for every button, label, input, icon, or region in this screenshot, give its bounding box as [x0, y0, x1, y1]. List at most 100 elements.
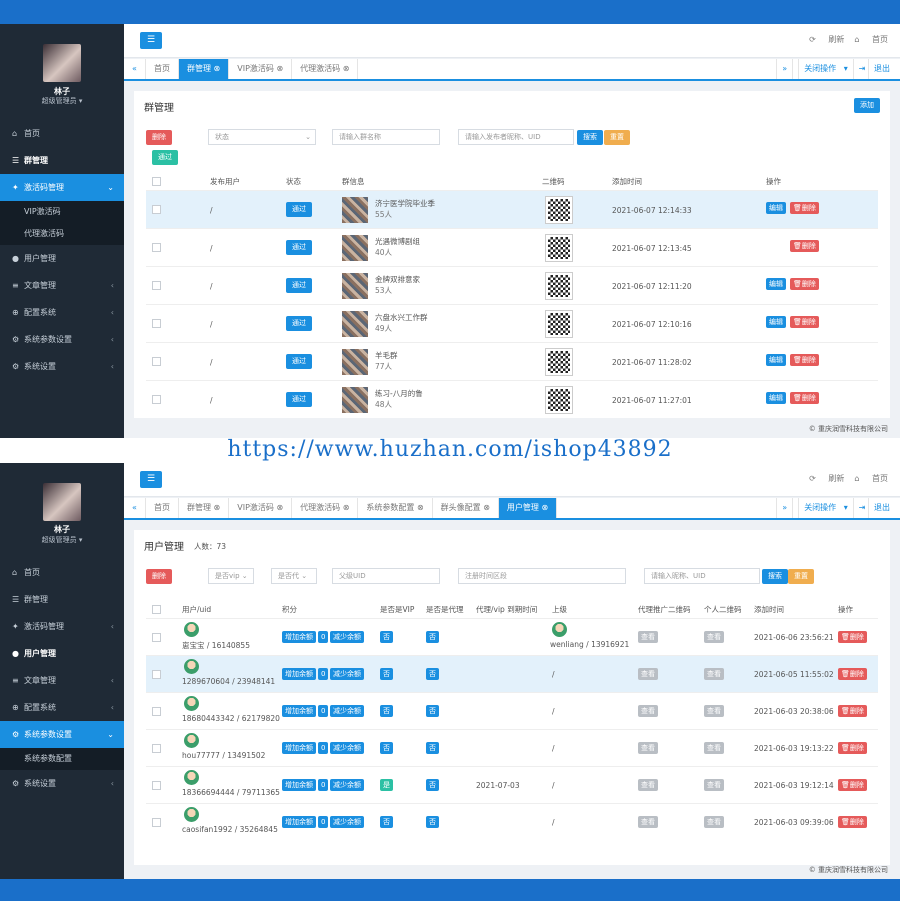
delete-row-button[interactable]: 🗑删除	[790, 392, 819, 404]
home-link[interactable]: ⌂ 首页	[854, 35, 888, 44]
edit-button[interactable]: 编辑	[766, 202, 786, 214]
add-balance-button[interactable]: 增加余额	[282, 779, 316, 791]
tab-groups[interactable]: 群管理 ⊗	[179, 59, 230, 79]
add-balance-button[interactable]: 增加余额	[282, 705, 316, 717]
edit-button[interactable]: 编辑	[766, 392, 786, 404]
sub-balance-button[interactable]: 减少余额	[330, 668, 364, 680]
sidebar-item-articles[interactable]: ≡ 文章管理 ‹	[0, 667, 124, 694]
row-checkbox[interactable]	[152, 633, 161, 642]
row-checkbox[interactable]	[152, 670, 161, 679]
sidebar-item-activation[interactable]: ✦ 激活码管理 ‹	[0, 613, 124, 640]
tab-agent-code[interactable]: 代理激活码 ⊗	[292, 498, 359, 518]
tab-next-button[interactable]: »	[776, 498, 792, 518]
personal-qr-view-button[interactable]: 查看	[704, 742, 724, 754]
tab-home[interactable]: 首页	[146, 59, 179, 79]
personal-qr-view-button[interactable]: 查看	[704, 631, 724, 643]
add-balance-button[interactable]: 增加余额	[282, 742, 316, 754]
sub-balance-button[interactable]: 减少余额	[330, 705, 364, 717]
user-role[interactable]: 超级管理员 ▾	[0, 535, 124, 545]
row-checkbox[interactable]	[152, 395, 161, 404]
add-balance-button[interactable]: 增加余额	[282, 816, 316, 828]
row-checkbox[interactable]	[152, 205, 161, 214]
delete-row-button[interactable]: 🗑删除	[790, 240, 819, 252]
agent-qr-view-button[interactable]: 查看	[638, 631, 658, 643]
delete-row-button[interactable]: 🗑删除	[838, 742, 867, 754]
edit-button[interactable]: 编辑	[766, 316, 786, 328]
add-balance-button[interactable]: 增加余额	[282, 631, 316, 643]
publisher-input[interactable]: 请输入发布者昵称、UID	[458, 129, 574, 145]
sub-balance-button[interactable]: 减少余额	[330, 779, 364, 791]
edit-button[interactable]: 编辑	[766, 354, 786, 366]
refresh-link[interactable]: ⟳ 刷新	[809, 35, 844, 44]
agent-qr-view-button[interactable]: 查看	[638, 705, 658, 717]
sidebar-item-articles[interactable]: ≡ 文章管理 ‹	[0, 272, 124, 299]
agent-qr-view-button[interactable]: 查看	[638, 742, 658, 754]
search-button[interactable]: 搜索	[762, 569, 788, 584]
sidebar-item-settings[interactable]: ⚙ 系统设置 ‹	[0, 770, 124, 797]
sidebar-item-home[interactable]: ⌂ 首页	[0, 559, 124, 586]
menu-toggle-button[interactable]: ☰	[140, 32, 162, 49]
nick-uid-input[interactable]: 请输入昵称、UID	[644, 568, 760, 584]
row-checkbox[interactable]	[152, 243, 161, 252]
row-checkbox[interactable]	[152, 319, 161, 328]
close-ops-dropdown[interactable]: 关闭操作 ▾	[792, 59, 853, 79]
row-checkbox[interactable]	[152, 818, 161, 827]
search-button[interactable]: 搜索	[577, 130, 603, 145]
sub-balance-button[interactable]: 减少余额	[330, 631, 364, 643]
tab-prev-button[interactable]: «	[124, 59, 146, 79]
add-balance-button[interactable]: 增加余额	[282, 668, 316, 680]
sidebar-item-settings[interactable]: ⚙ 系统设置 ‹	[0, 353, 124, 380]
sidebar-item-agent-code[interactable]: 代理激活码	[0, 223, 124, 245]
tab-home[interactable]: 首页	[146, 498, 179, 518]
sub-balance-button[interactable]: 减少余额	[330, 816, 364, 828]
sub-balance-button[interactable]: 减少余额	[330, 742, 364, 754]
sidebar-item-config[interactable]: ⊕ 配置系统 ‹	[0, 299, 124, 326]
row-checkbox[interactable]	[152, 781, 161, 790]
menu-toggle-button[interactable]: ☰	[140, 471, 162, 488]
delete-row-button[interactable]: 🗑删除	[838, 705, 867, 717]
delete-row-button[interactable]: 🗑删除	[790, 316, 819, 328]
sidebar-item-vip-code[interactable]: VIP激活码	[0, 201, 124, 223]
tab-users[interactable]: 用户管理 ⊗	[498, 498, 558, 518]
pass-button[interactable]: 通过	[152, 150, 178, 165]
logout-link[interactable]: ⇥ 退出	[852, 59, 900, 79]
tab-vip-code[interactable]: VIP激活码 ⊗	[229, 59, 293, 79]
tab-next-button[interactable]: »	[776, 59, 792, 79]
edit-button[interactable]: 编辑	[766, 278, 786, 290]
personal-qr-view-button[interactable]: 查看	[704, 705, 724, 717]
sidebar-item-groups[interactable]: ☰ 群管理	[0, 147, 124, 174]
sidebar-item-params[interactable]: ⚙ 系统参数设置 ⌄	[0, 721, 124, 748]
sidebar-item-users[interactable]: ● 用户管理	[0, 245, 124, 272]
delete-button[interactable]: 删除	[146, 130, 172, 145]
status-select[interactable]: 状态 ⌄	[208, 129, 316, 145]
home-link[interactable]: ⌂ 首页	[854, 474, 888, 483]
sidebar-item-params-config[interactable]: 系统参数配置	[0, 748, 124, 770]
delete-row-button[interactable]: 🗑删除	[790, 354, 819, 366]
parent-uid-input[interactable]: 父级UID	[332, 568, 440, 584]
vip-select[interactable]: 是否vip ⌄	[208, 568, 254, 584]
refresh-link[interactable]: ⟳ 刷新	[809, 474, 844, 483]
agent-qr-view-button[interactable]: 查看	[638, 816, 658, 828]
sidebar-item-config[interactable]: ⊕ 配置系统 ‹	[0, 694, 124, 721]
delete-row-button[interactable]: 🗑删除	[838, 668, 867, 680]
close-ops-dropdown[interactable]: 关闭操作 ▾	[792, 498, 853, 518]
agent-qr-view-button[interactable]: 查看	[638, 668, 658, 680]
reg-time-input[interactable]: 注册时间区段	[458, 568, 626, 584]
personal-qr-view-button[interactable]: 查看	[704, 816, 724, 828]
delete-row-button[interactable]: 🗑删除	[838, 779, 867, 791]
row-checkbox[interactable]	[152, 744, 161, 753]
personal-qr-view-button[interactable]: 查看	[704, 668, 724, 680]
group-name-input[interactable]: 请输入群名称	[332, 129, 440, 145]
row-checkbox[interactable]	[152, 707, 161, 716]
add-button[interactable]: 添加	[854, 98, 880, 113]
delete-row-button[interactable]: 🗑删除	[790, 278, 819, 290]
row-checkbox[interactable]	[152, 357, 161, 366]
reset-button[interactable]: 重置	[788, 569, 814, 584]
delete-row-button[interactable]: 🗑删除	[790, 202, 819, 214]
sidebar-item-params[interactable]: ⚙ 系统参数设置 ‹	[0, 326, 124, 353]
logout-link[interactable]: ⇥ 退出	[852, 498, 900, 518]
delete-row-button[interactable]: 🗑删除	[838, 816, 867, 828]
user-role[interactable]: 超级管理员 ▾	[0, 96, 124, 106]
agent-select[interactable]: 是否代 ⌄	[271, 568, 317, 584]
sidebar-item-groups[interactable]: ☰ 群管理	[0, 586, 124, 613]
